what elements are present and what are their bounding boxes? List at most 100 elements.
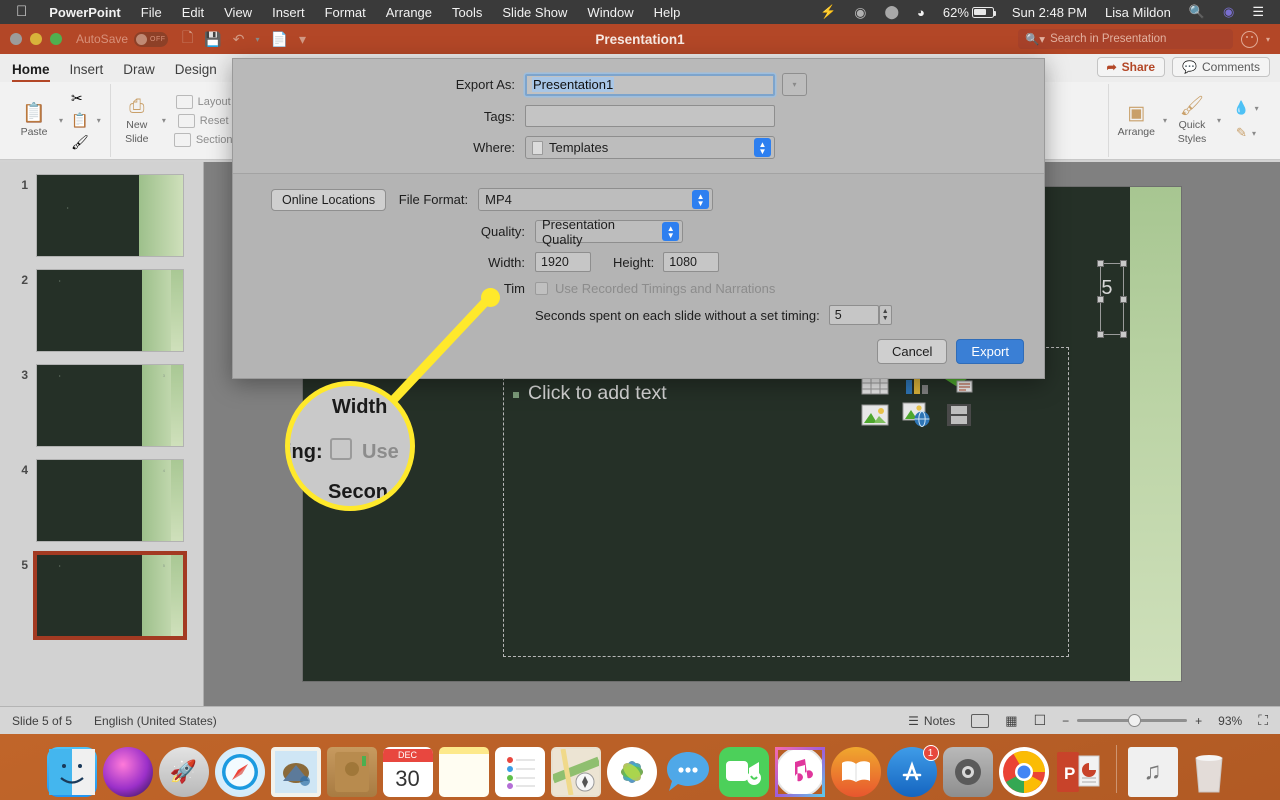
undo-icon[interactable]: ↶ <box>233 31 245 48</box>
dock-item-itunes[interactable] <box>774 747 825 797</box>
reset-button[interactable]: Reset <box>174 113 233 128</box>
width-input[interactable]: 1920 <box>535 252 591 272</box>
export-as-input[interactable]: Presentation1 <box>525 73 775 96</box>
format-painter-icon[interactable]: 🖌 <box>71 134 89 151</box>
thumbnail-row[interactable]: 3 • 3 <box>0 360 203 455</box>
tab-design[interactable]: Design <box>175 62 217 82</box>
feedback-smiley-icon[interactable] <box>1240 30 1258 48</box>
dock-item-reminders[interactable] <box>494 747 545 797</box>
thumbnail-row[interactable]: 4 4 <box>0 455 203 550</box>
menu-item-view[interactable]: View <box>214 5 262 20</box>
dock-item-safari[interactable] <box>214 747 265 797</box>
menu-item-tools[interactable]: Tools <box>442 5 492 20</box>
zoom-slider[interactable]: − + <box>1062 714 1202 728</box>
dock-item-notes[interactable] <box>438 747 489 797</box>
arrange-chevron-icon[interactable]: ▾ <box>1163 116 1167 125</box>
slide-sorter-view-button[interactable]: ▦ <box>1005 713 1017 729</box>
dock-item-system-preferences[interactable] <box>942 747 993 797</box>
file-format-dropdown[interactable]: MP4 ▲ ▼ <box>478 188 714 211</box>
layout-button[interactable]: Layout <box>174 94 233 109</box>
menu-item-slide-show[interactable]: Slide Show <box>492 5 577 20</box>
export-button[interactable]: Export <box>956 339 1024 364</box>
online-locations-button[interactable]: Online Locations <box>271 188 387 211</box>
online-picture-icon[interactable] <box>900 400 934 430</box>
new-slide-chevron-icon[interactable]: ▾ <box>162 116 166 125</box>
tab-insert[interactable]: Insert <box>70 62 104 82</box>
menu-item-window[interactable]: Window <box>577 5 643 20</box>
export-dialog[interactable]: Export As: Presentation1 ▾ Tags: Where: … <box>232 58 1045 379</box>
slideshow-view-button[interactable]: ☐ <box>1034 712 1047 729</box>
dock-item-chrome[interactable] <box>998 747 1049 797</box>
video-icon[interactable] <box>942 400 976 430</box>
quick-styles-chevron-icon[interactable]: ▾ <box>1217 116 1221 125</box>
new-slide-button[interactable]: ⎙ New Slide <box>120 96 154 145</box>
height-input[interactable]: 1080 <box>663 252 720 272</box>
bolt-icon[interactable]: ⚡ <box>812 4 844 20</box>
dock-item-photos[interactable] <box>606 747 657 797</box>
seconds-input[interactable]: 5 <box>828 305 879 325</box>
wifi-icon[interactable]: ◕ <box>909 5 933 20</box>
minimize-button[interactable] <box>30 33 42 45</box>
comments-button[interactable]: 💬 Comments <box>1172 57 1270 77</box>
normal-view-button[interactable] <box>971 713 990 728</box>
titlebar-chevron-icon[interactable]: ▾ <box>1266 35 1270 44</box>
dock-item-launchpad[interactable]: 🚀 <box>158 747 209 797</box>
spotlight-search-icon[interactable]: 🔍 <box>1181 4 1213 20</box>
fit-to-window-button[interactable]: ⛶ <box>1258 712 1268 729</box>
menu-item-file[interactable]: File <box>131 5 172 20</box>
zoom-button[interactable] <box>50 33 62 45</box>
dock-item-trash[interactable] <box>1184 747 1234 797</box>
paste-button[interactable]: 📋 Paste <box>17 103 51 138</box>
copy-chevron-icon[interactable]: ▾ <box>97 116 101 125</box>
search-input[interactable]: 🔍▾ Search in Presentation <box>1017 29 1233 49</box>
thumbnail-row[interactable]: 1 • <box>0 170 203 265</box>
use-recorded-timings-checkbox[interactable]: Use Recorded Timings and Narrations <box>535 281 775 296</box>
dock-item-contacts[interactable] <box>326 747 377 797</box>
slide-thumbnail-4[interactable]: 4 <box>36 459 184 542</box>
menu-item-format[interactable]: Format <box>315 5 376 20</box>
dock-item-mail[interactable] <box>270 747 321 797</box>
thumbnail-row[interactable]: 5 • 5 <box>0 550 203 645</box>
autosave-toggle[interactable]: OFF <box>134 31 169 47</box>
menu-item-arrange[interactable]: Arrange <box>376 5 442 20</box>
slide-thumbnail-pane[interactable]: 1 • 2 • 3 • 3 4 4 5 • 5 <box>0 162 204 706</box>
slide-thumbnail-3[interactable]: • 3 <box>36 364 184 447</box>
quick-styles-button[interactable]: 🖌 Quick Styles <box>1175 96 1209 145</box>
section-button[interactable]: Section <box>173 132 233 147</box>
customize-toolbar-icon[interactable]: ▾ <box>299 31 306 48</box>
zoom-track[interactable] <box>1077 714 1188 727</box>
zoom-level-label[interactable]: 93% <box>1218 714 1242 728</box>
copy-icon[interactable]: 📋 <box>71 112 89 129</box>
shape-outline-chevron-icon[interactable]: ▾ <box>1252 129 1256 138</box>
dock-item-calendar[interactable]: DEC 30 <box>382 747 433 797</box>
battery-status[interactable]: 62% <box>935 5 1002 20</box>
user-name[interactable]: Lisa Mildon <box>1097 5 1179 20</box>
dock-item-finder[interactable] <box>46 747 97 797</box>
zoom-in-button[interactable]: + <box>1195 714 1202 728</box>
notification-center-icon[interactable]: ☰ <box>1244 4 1272 20</box>
undo-chevron-icon[interactable]: ▾ <box>255 35 259 44</box>
dock-item-books[interactable] <box>830 747 881 797</box>
creative-cloud-icon[interactable]: ◉ <box>846 4 874 21</box>
cancel-button[interactable]: Cancel <box>876 339 948 364</box>
siri-icon[interactable]: ◉ <box>1215 4 1242 20</box>
new-presentation-icon[interactable]: 🗋 <box>182 27 193 51</box>
paste-chevron-icon[interactable]: ▾ <box>59 116 63 125</box>
dock-item-facetime[interactable] <box>718 747 769 797</box>
where-dropdown[interactable]: Templates ▲ ▼ <box>525 136 775 159</box>
autosave-control[interactable]: AutoSave OFF <box>76 31 169 47</box>
dropbox-icon[interactable]: ⬤ <box>876 4 907 20</box>
quality-dropdown[interactable]: Presentation Quality ▲ ▼ <box>535 217 683 247</box>
clock[interactable]: Sun 2:48 PM <box>1004 5 1095 20</box>
share-button[interactable]: ➦ Share <box>1096 57 1166 77</box>
dock-item-app-store[interactable]: 1 <box>886 745 939 797</box>
tab-draw[interactable]: Draw <box>123 62 155 82</box>
dock-item-messages[interactable] <box>663 747 713 797</box>
menu-item-help[interactable]: Help <box>644 5 691 20</box>
zoom-knob[interactable] <box>1127 714 1141 727</box>
shape-outline-button[interactable]: ✎ ▾ <box>1229 123 1263 143</box>
shape-fill-button[interactable]: 💧 ▾ <box>1229 98 1263 118</box>
apple-logo-icon[interactable]:  <box>8 4 39 21</box>
language-label[interactable]: English (United States) <box>94 714 217 728</box>
save-icon[interactable]: 💾 <box>204 31 221 48</box>
